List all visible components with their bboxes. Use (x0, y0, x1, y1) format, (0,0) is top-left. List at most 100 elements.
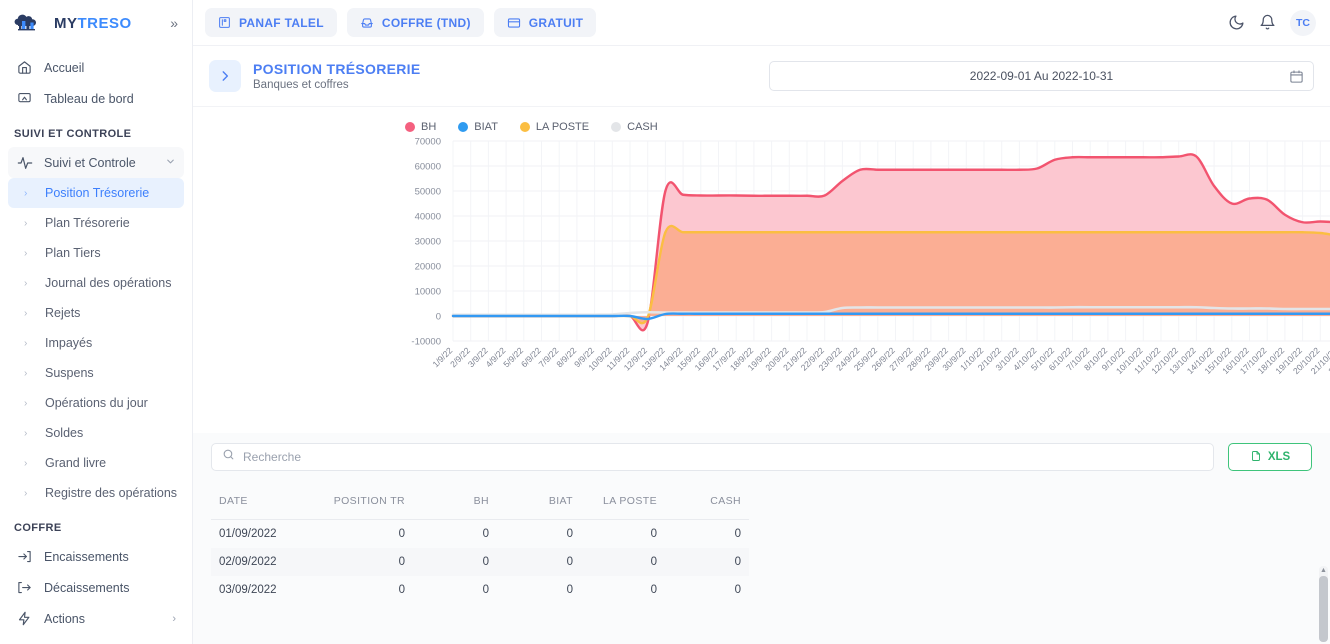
pill-panaf-talel[interactable]: PANAF TALEL (205, 8, 337, 37)
sidebar-item-plan-tresorerie[interactable]: › Plan Trésorerie (8, 208, 184, 238)
sidebar-item-label: Encaissements (44, 549, 129, 564)
export-xls-button[interactable]: XLS (1228, 443, 1312, 471)
sidebar-subitem-label: Grand livre (45, 456, 107, 470)
cell-date: 02/09/2022 (219, 556, 277, 568)
legend-item-cash[interactable]: CASH (611, 121, 658, 133)
chevrons-right-icon[interactable]: » (170, 16, 182, 30)
svg-text:10000: 10000 (415, 287, 441, 298)
table-row[interactable]: 01/09/2022 0 0 0 0 0 (211, 520, 749, 549)
legend-label: CASH (627, 121, 658, 133)
sidebar-subitem-label: Position Trésorerie (45, 186, 150, 200)
chevron-right-icon: › (172, 612, 176, 625)
legend-item-biat[interactable]: BIAT (458, 121, 498, 133)
sidebar-item-journal-des-operations[interactable]: › Journal des opérations (8, 268, 184, 298)
sidebar-item-grand-livre[interactable]: › Grand livre (8, 448, 184, 478)
top-bar-actions: TC (1228, 9, 1316, 36)
calendar-icon[interactable] (1289, 69, 1304, 84)
sidebar-group-suivi-et-controle[interactable]: Suivi et Controle (8, 147, 184, 178)
sidebar-item-decaissements[interactable]: Décaissements (8, 572, 184, 603)
col-bh[interactable]: BH (413, 489, 497, 520)
pill-coffre-tnd[interactable]: COFFRE (TND) (346, 8, 484, 37)
legend-color-swatch (458, 122, 469, 132)
moon-icon[interactable] (1228, 14, 1245, 31)
main-area: PANAF TALEL COFFRE (TND) GRATUIT TC POSI… (193, 0, 1330, 644)
bell-icon[interactable] (1259, 14, 1276, 31)
page-header: POSITION TRÉSORERIE Banques et coffres 2… (193, 46, 1330, 107)
brand-wordmark: MY TRESO (54, 15, 132, 32)
sidebar-item-label: Actions (44, 611, 85, 626)
file-icon (1250, 450, 1262, 465)
legend-label: LA POSTE (535, 121, 590, 133)
sidebar-item-actions[interactable]: Actions › (8, 603, 184, 634)
sidebar-section-suivi: SUIVI ET CONTROLE (14, 128, 132, 140)
home-icon (16, 59, 33, 76)
sidebar-item-soldes[interactable]: › Soldes (8, 418, 184, 448)
table-row[interactable]: 03/09/2022 0 0 0 0 0 (211, 576, 749, 604)
search-input[interactable] (243, 450, 1203, 464)
chart-panel: BH BIAT LA POSTE CASH 70000 60000 50000 … (193, 107, 1330, 433)
pill-label: PANAF TALEL (239, 15, 324, 30)
brand-header: MY TRESO » (0, 0, 192, 46)
sidebar-item-accueil[interactable]: Accueil (8, 52, 184, 83)
sidebar-item-label: Tableau de bord (44, 91, 134, 106)
sidebar-item-operations-du-jour[interactable]: › Opérations du jour (8, 388, 184, 418)
chart-legend: BH BIAT LA POSTE CASH (193, 107, 1330, 133)
sidebar-item-tableau-de-bord[interactable]: Tableau de bord (8, 83, 184, 114)
data-table-wrap: DATE POSITION TR BH BIAT LA POSTE CASH 0… (193, 471, 1330, 604)
sidebar-item-rejets[interactable]: › Rejets (8, 298, 184, 328)
export-xls-label: XLS (1267, 451, 1291, 463)
chevron-right-icon: › (24, 187, 28, 199)
col-position-tr[interactable]: POSITION TR (321, 489, 413, 520)
pill-label: COFFRE (TND) (381, 15, 471, 30)
app-root: MY TRESO » Accueil Tableau de bord SUIVI … (0, 0, 1330, 644)
sidebar-subitem-label: Registre des opérations (45, 486, 178, 500)
svg-text:70000: 70000 (415, 137, 441, 148)
table-row[interactable]: 02/09/2022 0 0 0 0 0 (211, 548, 749, 576)
col-date[interactable]: DATE (211, 489, 321, 520)
cell-bh: 0 (482, 528, 489, 540)
chevron-right-icon: › (24, 427, 28, 439)
sidebar-section-coffre: COFFRE (14, 522, 62, 534)
inbox-icon (360, 16, 374, 30)
sidebar-item-suspens[interactable]: › Suspens (8, 358, 184, 388)
sidebar-subitem-label: Opérations du jour (45, 396, 148, 410)
table-head: DATE POSITION TR BH BIAT LA POSTE CASH (211, 489, 749, 520)
sidebar-subitem-label: Impayés (45, 336, 93, 350)
date-range-value: 2022-09-01 Au 2022-10-31 (969, 69, 1114, 83)
chart-canvas: 70000 60000 50000 40000 30000 20000 10000 0 -100… (411, 137, 1330, 376)
scroll-up-arrow-icon[interactable]: ▲ (1320, 567, 1327, 574)
sidebar-item-registre-des-operations[interactable]: › Registre des opérations (8, 478, 184, 508)
cell-bh: 0 (482, 556, 489, 568)
cell-la-poste: 0 (650, 528, 657, 540)
mytreso-logo-icon (14, 11, 46, 35)
content-scroll-area: POSITION TRÉSORERIE Banques et coffres 2… (193, 46, 1330, 644)
page-subtitle: Banques et coffres (253, 79, 349, 91)
sidebar-item-plan-tiers[interactable]: › Plan Tiers (8, 238, 184, 268)
sidebar-item-position-tresorerie[interactable]: › Position Trésorerie (8, 178, 184, 208)
cell-bh: 0 (482, 584, 489, 596)
col-cash[interactable]: CASH (665, 489, 749, 520)
chevron-right-icon: › (24, 217, 28, 229)
pill-gratuit[interactable]: GRATUIT (493, 8, 597, 37)
cell-date: 01/09/2022 (219, 528, 277, 540)
sidebar-item-encaissements[interactable]: Encaissements (8, 541, 184, 572)
avatar[interactable]: TC (1290, 9, 1316, 36)
cell-la-poste: 0 (650, 584, 657, 596)
scrollbar-thumb[interactable] (1319, 576, 1328, 642)
cell-cash: 0 (734, 528, 741, 540)
expand-panel-button[interactable] (209, 60, 241, 92)
col-biat[interactable]: BIAT (497, 489, 581, 520)
search-box[interactable] (211, 443, 1214, 471)
legend-item-bh[interactable]: BH (405, 121, 436, 133)
sidebar-item-impayes[interactable]: › Impayés (8, 328, 184, 358)
table-toolbar: XLS (193, 433, 1330, 471)
legend-item-la-poste[interactable]: LA POSTE (519, 121, 590, 133)
cell-biat: 0 (566, 528, 573, 540)
col-la-poste[interactable]: LA POSTE (581, 489, 665, 520)
vertical-scrollbar[interactable]: ▲ (1319, 566, 1328, 642)
chevron-right-icon: › (24, 367, 28, 379)
cell-biat: 0 (566, 584, 573, 596)
date-range-picker[interactable]: 2022-09-01 Au 2022-10-31 (769, 61, 1314, 91)
page-title: POSITION TRÉSORERIE (253, 61, 421, 77)
card-icon (507, 16, 521, 30)
